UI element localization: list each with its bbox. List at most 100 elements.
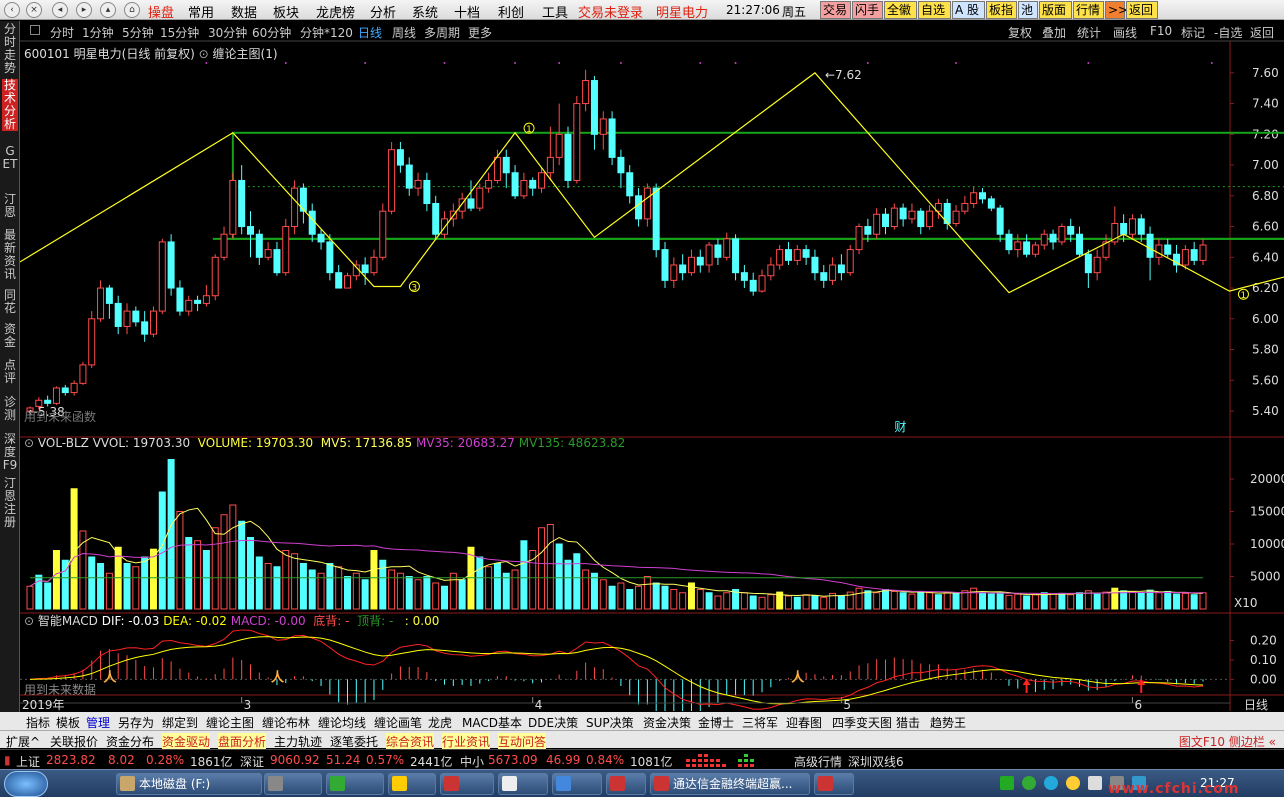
- quick-button-trade[interactable]: 交易: [820, 1, 851, 19]
- toolbar-right-3[interactable]: 画线: [1113, 24, 1137, 41]
- period-3[interactable]: 15分钟: [160, 24, 199, 41]
- toolbar-right-0[interactable]: 复权: [1008, 24, 1032, 41]
- info-tab-9[interactable]: 互动问答: [498, 733, 547, 750]
- indicator-tab-18[interactable]: 猎击: [896, 714, 920, 731]
- taskbar-item-6[interactable]: [552, 773, 602, 795]
- info-tab-7[interactable]: 综合资讯: [386, 733, 435, 750]
- taskbar-item-3[interactable]: [388, 773, 436, 795]
- quick-button-more[interactable]: >>: [1105, 1, 1128, 19]
- indicator-tab-6[interactable]: 缠论布林: [262, 714, 310, 731]
- nav-back-icon[interactable]: ‹: [4, 2, 20, 18]
- left-nav-item-3[interactable]: 汀恩: [2, 193, 18, 219]
- period-2[interactable]: 5分钟: [122, 24, 154, 41]
- period-7[interactable]: 日线: [358, 24, 382, 41]
- quick-button-back[interactable]: 返回: [1126, 1, 1158, 19]
- menu-item-stockname[interactable]: 明星电力: [656, 2, 708, 21]
- menu-item-xitong[interactable]: 系统: [412, 2, 438, 21]
- indicator-tab-17[interactable]: 四季变天图: [832, 714, 892, 731]
- toolbar-right-2[interactable]: 统计: [1077, 24, 1101, 41]
- period-4[interactable]: 30分钟: [208, 24, 247, 41]
- left-nav-item-9[interactable]: 深度F9: [2, 433, 18, 472]
- indicator-tab-10[interactable]: MACD基本: [462, 714, 522, 731]
- quick-button-flash[interactable]: 闪手: [852, 1, 883, 19]
- left-nav-item-0[interactable]: 分时走势: [2, 23, 18, 75]
- menu-item-gongju[interactable]: 工具: [542, 2, 568, 21]
- taskbar-item-1[interactable]: [264, 773, 322, 795]
- quick-button-quanhui[interactable]: 全徽: [884, 1, 917, 19]
- taskbar-item-8[interactable]: 通达信金融终端超赢...: [650, 773, 810, 795]
- left-nav-item-4[interactable]: 最新资讯: [2, 229, 18, 281]
- period-9[interactable]: 多周期: [424, 24, 460, 41]
- quick-button-zixuan[interactable]: 自选: [918, 1, 951, 19]
- left-nav-item-2[interactable]: GET: [2, 145, 18, 171]
- taskbar-item-2[interactable]: [326, 773, 384, 795]
- toolbar-right-4[interactable]: F10: [1150, 24, 1172, 38]
- quick-button-banmian[interactable]: 版面: [1039, 1, 1072, 19]
- indicator-tab-5[interactable]: 缠论主图: [206, 714, 254, 731]
- left-nav-item-10[interactable]: 汀恩注册: [2, 477, 18, 529]
- info-tab-0[interactable]: 扩展^: [6, 733, 40, 750]
- indicator-name[interactable]: 缠论主图(1): [213, 47, 278, 61]
- indicator-tab-1[interactable]: 模板: [56, 714, 80, 731]
- left-nav-item-7[interactable]: 点评: [2, 359, 18, 385]
- indicator-tab-0[interactable]: 指标: [26, 714, 50, 731]
- menu-item-lichuang[interactable]: 利创: [498, 2, 524, 21]
- left-nav-item-1[interactable]: 技术分析: [2, 79, 18, 131]
- indicator-tab-7[interactable]: 缠论均线: [318, 714, 366, 731]
- toolbar-right-5[interactable]: 标记: [1181, 24, 1205, 41]
- info-tab-4[interactable]: 盘面分析: [218, 733, 267, 750]
- taskbar-item-9[interactable]: [814, 773, 854, 795]
- menu-item-shigua[interactable]: 十档: [454, 2, 480, 21]
- info-tab-3[interactable]: 资金驱动: [162, 733, 211, 750]
- taskbar-item-5[interactable]: [498, 773, 548, 795]
- sh-label[interactable]: 上证: [16, 753, 40, 770]
- menu-item-bankuai[interactable]: 板块: [273, 2, 299, 21]
- period-0[interactable]: 分时: [50, 24, 74, 41]
- left-nav-item-5[interactable]: 同花: [2, 289, 18, 315]
- period-10[interactable]: 更多: [468, 24, 492, 41]
- indicator-tab-12[interactable]: SUP决策: [586, 714, 634, 731]
- nav-up-icon[interactable]: ▴: [100, 2, 116, 18]
- menu-item-caopan[interactable]: 操盘: [148, 2, 174, 21]
- left-nav-item-6[interactable]: 资金: [2, 323, 18, 349]
- indicator-tab-14[interactable]: 金博士: [698, 714, 734, 731]
- indicator-tab-19[interactable]: 趋势王: [930, 714, 966, 731]
- indicator-tab-4[interactable]: 绑定到: [162, 714, 198, 731]
- indicator-tab-8[interactable]: 缠论画笔: [374, 714, 422, 731]
- taskbar-item-0[interactable]: 本地磁盘 (F:): [116, 773, 262, 795]
- f10-sidebar-toggle[interactable]: 图文F10 侧边栏 «: [1179, 733, 1276, 750]
- start-button-icon[interactable]: [4, 771, 48, 797]
- volume-setting-icon[interactable]: ⊙: [24, 436, 34, 450]
- left-nav-item-8[interactable]: 诊测: [2, 396, 18, 422]
- quick-button-banzhi[interactable]: 板指: [986, 1, 1017, 19]
- period-5[interactable]: 60分钟: [252, 24, 291, 41]
- nav-right-icon[interactable]: ▸: [76, 2, 92, 18]
- indicator-tab-16[interactable]: 迎春图: [786, 714, 822, 731]
- menu-item-longhubang[interactable]: 龙虎榜: [316, 2, 355, 21]
- indicator-tab-13[interactable]: 资金决策: [643, 714, 691, 731]
- info-tab-5[interactable]: 主力轨迹: [274, 733, 322, 750]
- toolbar-right-6[interactable]: -自选: [1214, 24, 1242, 41]
- info-tab-6[interactable]: 逐笔委托: [330, 733, 378, 750]
- taskbar-item-4[interactable]: [440, 773, 494, 795]
- menu-item-shuju[interactable]: 数据: [231, 2, 257, 21]
- menu-item-changyong[interactable]: 常用: [188, 2, 214, 21]
- indicator-tab-11[interactable]: DDE决策: [528, 714, 578, 731]
- taskbar-item-7[interactable]: [606, 773, 646, 795]
- tray-icon-1[interactable]: [1000, 776, 1014, 790]
- toolbar-right-1[interactable]: 叠加: [1042, 24, 1066, 41]
- indicator-tab-9[interactable]: 龙虎: [428, 714, 452, 731]
- quick-button-hangqing[interactable]: 行情: [1073, 1, 1104, 19]
- window-toggle-icon[interactable]: [30, 25, 40, 35]
- nav-stop-icon[interactable]: ×: [26, 2, 42, 18]
- indicator-tab-3[interactable]: 另存为: [118, 714, 154, 731]
- sz-label[interactable]: 深证: [240, 753, 264, 770]
- menu-item-jiaoyi[interactable]: 交易未登录: [578, 2, 643, 21]
- nav-left-icon[interactable]: ◂: [52, 2, 68, 18]
- tray-icon-4[interactable]: [1066, 776, 1080, 790]
- tray-icon-5[interactable]: [1088, 776, 1102, 790]
- info-tab-8[interactable]: 行业资讯: [442, 733, 491, 750]
- indicator-tab-15[interactable]: 三将军: [742, 714, 778, 731]
- period-6[interactable]: 分钟*120: [300, 24, 353, 41]
- indicator-dropdown-icon[interactable]: ⊙: [199, 47, 209, 61]
